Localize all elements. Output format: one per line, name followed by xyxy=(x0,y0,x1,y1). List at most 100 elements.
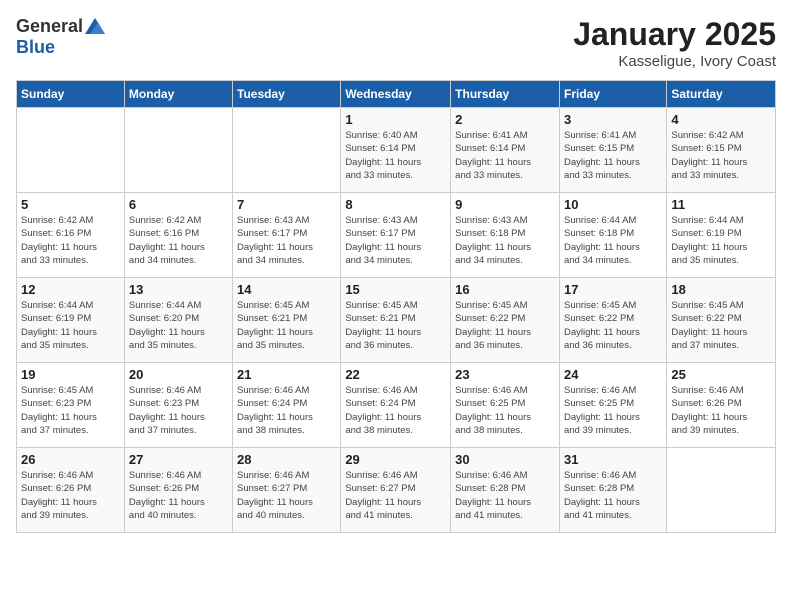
calendar-cell: 1Sunrise: 6:40 AM Sunset: 6:14 PM Daylig… xyxy=(341,108,451,193)
day-number: 8 xyxy=(345,197,446,212)
calendar-cell: 14 Sunrise: 6:45 AM Sunset: 6:21 PM Dayli… xyxy=(233,278,341,363)
day-header-sunday: Sunday xyxy=(17,81,125,108)
day-header-monday: Monday xyxy=(124,81,232,108)
day-info: Sunrise: 6:41 AM Sunset: 6:15 PM Dayligh… xyxy=(564,129,662,182)
day-info: Sunrise: 6:46 AM Sunset: 6:25 PM Dayligh… xyxy=(564,384,662,437)
calendar-cell: 12 Sunrise: 6:44 AM Sunset: 6:19 PM Dayli… xyxy=(17,278,125,363)
day-info: Sunrise: 6:46 AM Sunset: 6:28 PM Dayligh… xyxy=(564,469,662,522)
calendar-cell: 18 Sunrise: 6:45 AM Sunset: 6:22 PM Dayli… xyxy=(667,278,776,363)
page-header: General Blue January 2025 Kasseligue, Iv… xyxy=(16,16,776,70)
day-header-friday: Friday xyxy=(559,81,666,108)
calendar-cell: 19 Sunrise: 6:45 AM Sunset: 6:23 PM Dayli… xyxy=(17,363,125,448)
day-info: Sunrise: 6:45 AM Sunset: 6:22 PM Dayligh… xyxy=(455,299,555,352)
logo: General Blue xyxy=(16,16,105,58)
day-info: Sunrise: 6:44 AM Sunset: 6:19 PM Dayligh… xyxy=(21,299,120,352)
calendar-week-row: 1Sunrise: 6:40 AM Sunset: 6:14 PM Daylig… xyxy=(17,108,776,193)
day-number: 25 xyxy=(671,367,771,382)
day-number: 17 xyxy=(564,282,662,297)
day-header-tuesday: Tuesday xyxy=(233,81,341,108)
calendar-cell: 20 Sunrise: 6:46 AM Sunset: 6:23 PM Dayli… xyxy=(124,363,232,448)
calendar-cell: 8 Sunrise: 6:43 AM Sunset: 6:17 PM Daylig… xyxy=(341,193,451,278)
day-number: 11 xyxy=(671,197,771,212)
calendar-cell: 29Sunrise: 6:46 AM Sunset: 6:27 PM Dayli… xyxy=(341,448,451,533)
calendar-cell: 5Sunrise: 6:42 AM Sunset: 6:16 PM Daylig… xyxy=(17,193,125,278)
calendar-table: SundayMondayTuesdayWednesdayThursdayFrid… xyxy=(16,80,776,533)
day-info: Sunrise: 6:46 AM Sunset: 6:25 PM Dayligh… xyxy=(455,384,555,437)
day-number: 16 xyxy=(455,282,555,297)
day-number: 30 xyxy=(455,452,555,467)
calendar-cell: 13 Sunrise: 6:44 AM Sunset: 6:20 PM Dayli… xyxy=(124,278,232,363)
day-number: 14 xyxy=(237,282,336,297)
day-number: 18 xyxy=(671,282,771,297)
day-number: 12 xyxy=(21,282,120,297)
day-info: Sunrise: 6:42 AM Sunset: 6:16 PM Dayligh… xyxy=(21,214,120,267)
day-number: 15 xyxy=(345,282,446,297)
day-info: Sunrise: 6:46 AM Sunset: 6:26 PM Dayligh… xyxy=(21,469,120,522)
day-info: Sunrise: 6:44 AM Sunset: 6:19 PM Dayligh… xyxy=(671,214,771,267)
calendar-cell: 17 Sunrise: 6:45 AM Sunset: 6:22 PM Dayli… xyxy=(559,278,666,363)
month-title: January 2025 xyxy=(573,16,776,53)
day-number: 20 xyxy=(129,367,228,382)
day-number: 7 xyxy=(237,197,336,212)
calendar-cell: 6 Sunrise: 6:42 AM Sunset: 6:16 PM Daylig… xyxy=(124,193,232,278)
day-header-thursday: Thursday xyxy=(451,81,560,108)
calendar-cell: 2 Sunrise: 6:41 AM Sunset: 6:14 PM Daylig… xyxy=(451,108,560,193)
calendar-cell: 23Sunrise: 6:46 AM Sunset: 6:25 PM Dayli… xyxy=(451,363,560,448)
calendar-cell: 21Sunrise: 6:46 AM Sunset: 6:24 PM Dayli… xyxy=(233,363,341,448)
calendar-cell: 7Sunrise: 6:43 AM Sunset: 6:17 PM Daylig… xyxy=(233,193,341,278)
location-subtitle: Kasseligue, Ivory Coast xyxy=(573,53,776,70)
calendar-body: 1Sunrise: 6:40 AM Sunset: 6:14 PM Daylig… xyxy=(17,108,776,533)
calendar-cell xyxy=(233,108,341,193)
day-info: Sunrise: 6:44 AM Sunset: 6:18 PM Dayligh… xyxy=(564,214,662,267)
day-info: Sunrise: 6:43 AM Sunset: 6:17 PM Dayligh… xyxy=(345,214,446,267)
day-info: Sunrise: 6:45 AM Sunset: 6:22 PM Dayligh… xyxy=(671,299,771,352)
day-info: Sunrise: 6:41 AM Sunset: 6:14 PM Dayligh… xyxy=(455,129,555,182)
calendar-cell xyxy=(667,448,776,533)
calendar-cell: 3 Sunrise: 6:41 AM Sunset: 6:15 PM Daylig… xyxy=(559,108,666,193)
day-number: 4 xyxy=(671,112,771,127)
calendar-cell: 11 Sunrise: 6:44 AM Sunset: 6:19 PM Dayli… xyxy=(667,193,776,278)
calendar-cell xyxy=(17,108,125,193)
calendar-cell: 26 Sunrise: 6:46 AM Sunset: 6:26 PM Dayli… xyxy=(17,448,125,533)
day-info: Sunrise: 6:45 AM Sunset: 6:21 PM Dayligh… xyxy=(237,299,336,352)
day-info: Sunrise: 6:46 AM Sunset: 6:26 PM Dayligh… xyxy=(129,469,228,522)
calendar-cell xyxy=(124,108,232,193)
day-info: Sunrise: 6:46 AM Sunset: 6:26 PM Dayligh… xyxy=(671,384,771,437)
day-number: 24 xyxy=(564,367,662,382)
day-info: Sunrise: 6:46 AM Sunset: 6:27 PM Dayligh… xyxy=(237,469,336,522)
day-info: Sunrise: 6:46 AM Sunset: 6:24 PM Dayligh… xyxy=(237,384,336,437)
day-number: 28 xyxy=(237,452,336,467)
day-number: 22 xyxy=(345,367,446,382)
calendar-cell: 9 Sunrise: 6:43 AM Sunset: 6:18 PM Daylig… xyxy=(451,193,560,278)
day-number: 13 xyxy=(129,282,228,297)
day-info: Sunrise: 6:43 AM Sunset: 6:18 PM Dayligh… xyxy=(455,214,555,267)
day-number: 6 xyxy=(129,197,228,212)
day-number: 26 xyxy=(21,452,120,467)
logo-blue-text: Blue xyxy=(16,37,55,57)
day-info: Sunrise: 6:40 AM Sunset: 6:14 PM Dayligh… xyxy=(345,129,446,182)
day-number: 3 xyxy=(564,112,662,127)
day-info: Sunrise: 6:46 AM Sunset: 6:23 PM Dayligh… xyxy=(129,384,228,437)
day-info: Sunrise: 6:46 AM Sunset: 6:27 PM Dayligh… xyxy=(345,469,446,522)
day-info: Sunrise: 6:44 AM Sunset: 6:20 PM Dayligh… xyxy=(129,299,228,352)
calendar-cell: 15Sunrise: 6:45 AM Sunset: 6:21 PM Dayli… xyxy=(341,278,451,363)
day-number: 31 xyxy=(564,452,662,467)
logo-general-text: General xyxy=(16,16,83,37)
calendar-week-row: 19 Sunrise: 6:45 AM Sunset: 6:23 PM Dayli… xyxy=(17,363,776,448)
day-info: Sunrise: 6:42 AM Sunset: 6:16 PM Dayligh… xyxy=(129,214,228,267)
day-number: 2 xyxy=(455,112,555,127)
day-number: 27 xyxy=(129,452,228,467)
day-number: 9 xyxy=(455,197,555,212)
day-number: 19 xyxy=(21,367,120,382)
day-header-saturday: Saturday xyxy=(667,81,776,108)
calendar-cell: 28 Sunrise: 6:46 AM Sunset: 6:27 PM Dayli… xyxy=(233,448,341,533)
title-block: January 2025 Kasseligue, Ivory Coast xyxy=(573,16,776,70)
calendar-cell: 16 Sunrise: 6:45 AM Sunset: 6:22 PM Dayli… xyxy=(451,278,560,363)
day-info: Sunrise: 6:45 AM Sunset: 6:22 PM Dayligh… xyxy=(564,299,662,352)
logo-icon xyxy=(85,18,105,34)
day-info: Sunrise: 6:45 AM Sunset: 6:23 PM Dayligh… xyxy=(21,384,120,437)
calendar-cell: 30Sunrise: 6:46 AM Sunset: 6:28 PM Dayli… xyxy=(451,448,560,533)
calendar-cell: 24 Sunrise: 6:46 AM Sunset: 6:25 PM Dayli… xyxy=(559,363,666,448)
calendar-header-row: SundayMondayTuesdayWednesdayThursdayFrid… xyxy=(17,81,776,108)
calendar-week-row: 26 Sunrise: 6:46 AM Sunset: 6:26 PM Dayli… xyxy=(17,448,776,533)
